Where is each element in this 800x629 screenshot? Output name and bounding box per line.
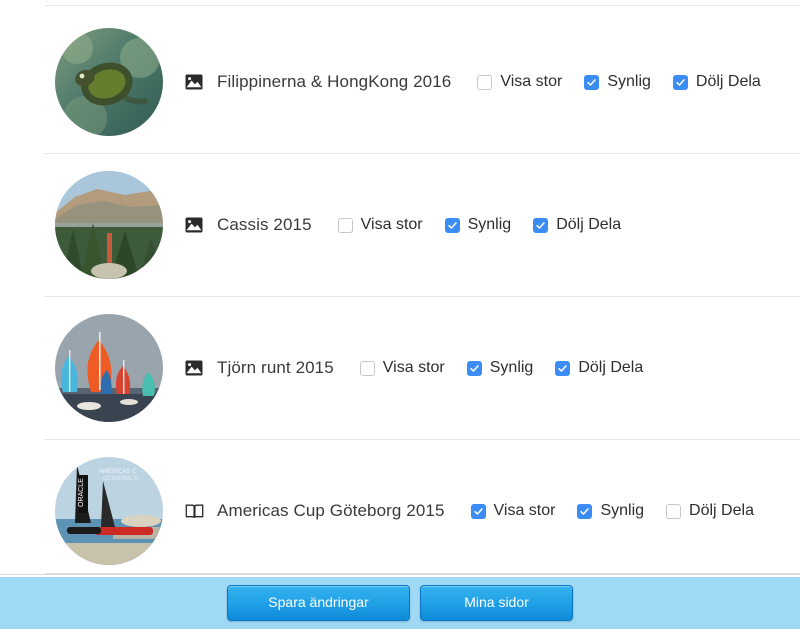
image-icon: [183, 357, 205, 379]
checkbox-label: Synlig: [467, 216, 512, 233]
check-mark-icon: [470, 364, 479, 372]
album-row-body: Cassis 2015 Visa stor Synlig Dölj Dela: [183, 214, 621, 236]
album-row: Tjörn runt 2015 Visa stor Synlig Dölj De…: [0, 297, 800, 439]
album-thumbnail-image[interactable]: [55, 314, 163, 422]
footer-divider: [0, 574, 800, 575]
checkbox-group: Dölj Dela: [672, 73, 761, 91]
album-thumbnail-image[interactable]: ORACLE AMERICAS C GÖTEBORG 20: [55, 457, 163, 565]
checkbox-dolj-dela[interactable]: [555, 360, 571, 376]
checkbox-visa-stor[interactable]: [477, 74, 493, 90]
checkbox-group: Visa stor: [359, 359, 445, 377]
footer-action-bar: Spara ändringar Mina sidor: [0, 577, 800, 629]
check-mark-icon: [676, 78, 685, 86]
checkbox-synlig[interactable]: [444, 217, 460, 233]
album-title: Americas Cup Göteborg 2015: [217, 501, 445, 520]
checkbox-group: Synlig: [444, 216, 512, 234]
checkbox-label: Visa stor: [493, 502, 556, 519]
checkbox-label: Visa stor: [360, 216, 423, 233]
album-list: Filippinerna & HongKong 2016 Visa stor S…: [0, 11, 800, 582]
svg-text:ORACLE: ORACLE: [78, 478, 85, 507]
checkbox-group: Synlig: [577, 502, 644, 520]
footer-divider-inner: [45, 573, 800, 574]
divider-top: [45, 5, 800, 6]
checkbox-group: Visa stor: [477, 73, 562, 91]
album-row-body: Tjörn runt 2015 Visa stor Synlig Dölj De…: [183, 357, 643, 379]
checkbox-label: Dölj Dela: [556, 216, 622, 233]
checkbox-group: Visa stor: [470, 502, 556, 520]
check-mark-icon: [580, 507, 590, 515]
album-row-body: Filippinerna & HongKong 2016 Visa stor S…: [183, 71, 761, 93]
checkbox-visa-stor[interactable]: [359, 360, 375, 376]
checkbox-label: Dölj Dela: [578, 359, 644, 376]
checkbox-visa-stor[interactable]: [470, 503, 486, 519]
checkbox-label: Visa stor: [382, 359, 445, 376]
check-mark-icon: [587, 78, 596, 86]
checkbox-label: Synlig: [607, 73, 651, 90]
album-row-body: Americas Cup Göteborg 2015 Visa stor Syn…: [183, 500, 754, 522]
checkbox-dolj-dela[interactable]: [666, 503, 682, 519]
album-row: Filippinerna & HongKong 2016 Visa stor S…: [0, 11, 800, 153]
checkbox-synlig[interactable]: [466, 360, 482, 376]
album-title: Tjörn runt 2015: [217, 358, 334, 377]
checkbox-visa-stor[interactable]: [337, 217, 353, 233]
checkbox-group: Dölj Dela: [666, 502, 754, 520]
checkbox-synlig[interactable]: [577, 503, 593, 519]
checkbox-group: Visa stor: [337, 216, 423, 234]
album-row: Cassis 2015 Visa stor Synlig Dölj Dela: [0, 154, 800, 296]
checkbox-label: Visa stor: [500, 73, 563, 90]
checkbox-group: Dölj Dela: [533, 216, 621, 234]
album-row: ORACLE AMERICAS C GÖTEBORG 20 Americas C…: [0, 440, 800, 582]
album-settings-page: Filippinerna & HongKong 2016 Visa stor S…: [0, 5, 800, 629]
checkbox-label: Synlig: [489, 359, 534, 376]
checkbox-dolj-dela[interactable]: [672, 74, 688, 90]
save-changes-button[interactable]: Spara ändringar: [227, 585, 410, 621]
album-thumbnail-image[interactable]: [55, 28, 163, 136]
svg-text:GÖTEBORG 20: GÖTEBORG 20: [103, 475, 139, 482]
image-icon: [183, 214, 205, 236]
checkbox-group: Synlig: [584, 73, 651, 91]
album-thumbnail[interactable]: [55, 28, 163, 136]
album-thumbnail[interactable]: ORACLE AMERICAS C GÖTEBORG 20: [55, 457, 163, 565]
check-mark-icon: [447, 221, 457, 229]
checkbox-label: Synlig: [600, 502, 645, 519]
checkbox-dolj-dela[interactable]: [533, 217, 549, 233]
check-mark-icon: [536, 221, 545, 229]
book-icon: [183, 500, 205, 522]
checkbox-label: Dölj Dela: [689, 502, 754, 519]
album-thumbnail-image[interactable]: [55, 171, 163, 279]
album-thumbnail[interactable]: [55, 314, 163, 422]
checkbox-group: Synlig: [466, 359, 534, 377]
svg-text:AMERICAS C: AMERICAS C: [99, 469, 137, 475]
check-mark-icon: [473, 507, 483, 515]
my-pages-button[interactable]: Mina sidor: [420, 585, 573, 621]
image-icon: [183, 71, 205, 93]
album-title: Cassis 2015: [217, 215, 312, 234]
checkbox-synlig[interactable]: [584, 74, 600, 90]
check-mark-icon: [558, 364, 568, 372]
album-thumbnail[interactable]: [55, 171, 163, 279]
checkbox-label: Dölj Dela: [695, 73, 761, 90]
checkbox-group: Dölj Dela: [555, 359, 643, 377]
album-title: Filippinerna & HongKong 2016: [217, 72, 452, 91]
